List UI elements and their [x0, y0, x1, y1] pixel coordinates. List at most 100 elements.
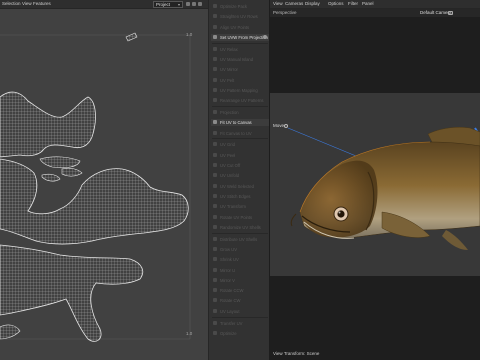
grid-icon[interactable]	[186, 2, 190, 6]
tool-label: Mirror V	[220, 277, 235, 283]
tool-icon	[213, 163, 217, 167]
tool-icon	[213, 214, 217, 219]
tool-item[interactable]: UV Cut Off	[211, 162, 269, 169]
uv-corner-bottom-right: 1.0	[186, 331, 193, 336]
tool-item[interactable]: Mirror U	[211, 267, 269, 274]
view-transform-status: View Transform: Scene	[273, 351, 320, 356]
tool-item[interactable]: UV Unfold	[211, 172, 269, 179]
tool-item[interactable]: Align UV Points	[211, 24, 269, 31]
tool-item[interactable]: UV Pelt	[211, 77, 269, 84]
tool-item[interactable]: UV Transform	[211, 203, 269, 210]
tool-icon	[213, 183, 217, 188]
tool-icon	[213, 57, 217, 61]
uv-toolbar	[186, 1, 206, 8]
tool-item[interactable]: Optimize Pack	[211, 3, 269, 10]
tool-label: Rotate CCW	[220, 288, 244, 294]
tool-item[interactable]: UV Relax	[211, 46, 269, 53]
tool-icon	[213, 298, 217, 303]
uv-island-bottom[interactable]	[0, 244, 144, 342]
uv-tools-panel: Optimize Pack Straighten UV Rows Align UV …	[208, 0, 270, 360]
fish-pelvic-fin	[442, 230, 468, 250]
viewport-panel: View Cameras Display Options Filter Pane…	[270, 0, 480, 360]
tool-icon	[213, 87, 217, 92]
tool-item[interactable]: Fit Canvas to UV	[211, 130, 269, 137]
tool-label: UV Unfold	[220, 173, 240, 179]
tool-item[interactable]: UV Mirror	[211, 66, 269, 73]
tool-label: Projection	[220, 110, 239, 115]
tool-label: Transfer UV	[220, 320, 243, 326]
tool-item[interactable]: UV Weld Selected	[211, 183, 269, 190]
tool-label: Grow UV	[220, 246, 237, 252]
tool-label: UV Layout	[220, 308, 240, 314]
tool-item[interactable]: UV Layout	[211, 308, 269, 315]
tool-icon	[213, 98, 217, 103]
fish-eye-highlight	[338, 211, 341, 214]
settings-icon[interactable]	[198, 2, 202, 6]
tool-item[interactable]: Rotate CW	[211, 297, 269, 304]
tool-icon	[213, 110, 217, 114]
tool-item[interactable]: Transfer UV	[211, 320, 269, 327]
tool-item[interactable]: Randomize UV Shells	[211, 224, 269, 231]
tool-item[interactable]: UV Grid	[211, 141, 269, 148]
tool-label: Mirror U	[220, 267, 236, 273]
chevron-down-icon: ▾	[177, 2, 180, 7]
tool-item[interactable]: Grow UV	[211, 246, 269, 253]
tool-item[interactable]: Projection	[211, 109, 269, 116]
uv-island-body-lower[interactable]	[0, 158, 189, 245]
uv-island-fins[interactable]	[39, 156, 83, 182]
tool-item[interactable]: UV Manual Island	[211, 56, 269, 63]
tool-item[interactable]: Rotate UV Points	[211, 214, 269, 221]
tool-icon	[213, 320, 217, 325]
tool-icon	[213, 77, 217, 82]
tool-item[interactable]: UV Stitch Edges	[211, 193, 269, 200]
tool-icon	[213, 330, 217, 335]
tool-icon	[213, 152, 217, 157]
tool-icon	[213, 4, 217, 8]
uv-canvas[interactable]: 1.0 1.0	[0, 9, 208, 360]
tool-icon	[213, 224, 217, 229]
tool-item[interactable]: Mirror V	[211, 277, 269, 284]
tool-label: Optimize Pack	[220, 4, 247, 9]
tool-label: UV Pattern Mapping	[220, 87, 258, 93]
move-icon[interactable]	[284, 124, 288, 128]
tool-label: Straighten UV Rows	[220, 14, 258, 20]
tool-label: Distribute UV Shells	[220, 236, 258, 242]
tool-item[interactable]: Rearrange UV Patterns	[211, 97, 269, 104]
tool-item[interactable]: UV Peel	[211, 152, 269, 159]
tool-item[interactable]: Set UVW From Projection	[211, 33, 269, 41]
tool-item[interactable]: Optimize	[211, 330, 269, 337]
tool-icon	[213, 288, 217, 293]
tool-icon	[213, 14, 217, 19]
fish-barbel	[290, 213, 297, 227]
tool-item[interactable]: Distribute UV Shells	[211, 236, 269, 243]
tool-label: Fit UV to Canvas	[220, 120, 252, 126]
move-tool-label[interactable]: Move	[273, 123, 284, 128]
app-window: Selection View Features Project ▾ 1.0 1.…	[0, 0, 480, 360]
tool-separator	[212, 106, 268, 107]
menu-view[interactable]: View	[22, 1, 32, 6]
fish-model-drawing	[287, 127, 480, 250]
project-dropdown-value: Project	[156, 2, 171, 7]
tool-icon	[213, 24, 217, 29]
tool-item[interactable]: Fit UV to Canvas	[211, 119, 269, 127]
project-dropdown[interactable]: Project ▾	[153, 1, 183, 8]
tool-item[interactable]: Shrink UV	[211, 256, 269, 263]
menu-selection[interactable]: Selection	[2, 1, 21, 6]
uv-island-small[interactable]	[125, 32, 138, 42]
tool-icon	[213, 277, 217, 282]
tool-item[interactable]: Rotate CCW	[211, 287, 269, 294]
menu-features[interactable]: Features	[33, 1, 51, 6]
tool-label: Randomize UV Shells	[220, 224, 261, 230]
tool-icon	[213, 46, 217, 51]
tool-label: UV Manual Island	[220, 57, 254, 62]
gear-icon[interactable]	[263, 34, 267, 39]
fish-pupil	[337, 210, 345, 218]
uv-mesh-drawing	[0, 32, 191, 342]
tool-item[interactable]: Straighten UV Rows	[211, 13, 269, 20]
tool-item[interactable]: UV Pattern Mapping	[211, 87, 269, 94]
uv-island-body-upper[interactable]	[0, 91, 96, 158]
snap-icon[interactable]	[192, 2, 196, 6]
uv-menubar: Selection View Features Project ▾	[0, 0, 208, 9]
tool-label: UV Peel	[220, 152, 236, 158]
tool-label: Fit Canvas to UV	[220, 130, 252, 136]
